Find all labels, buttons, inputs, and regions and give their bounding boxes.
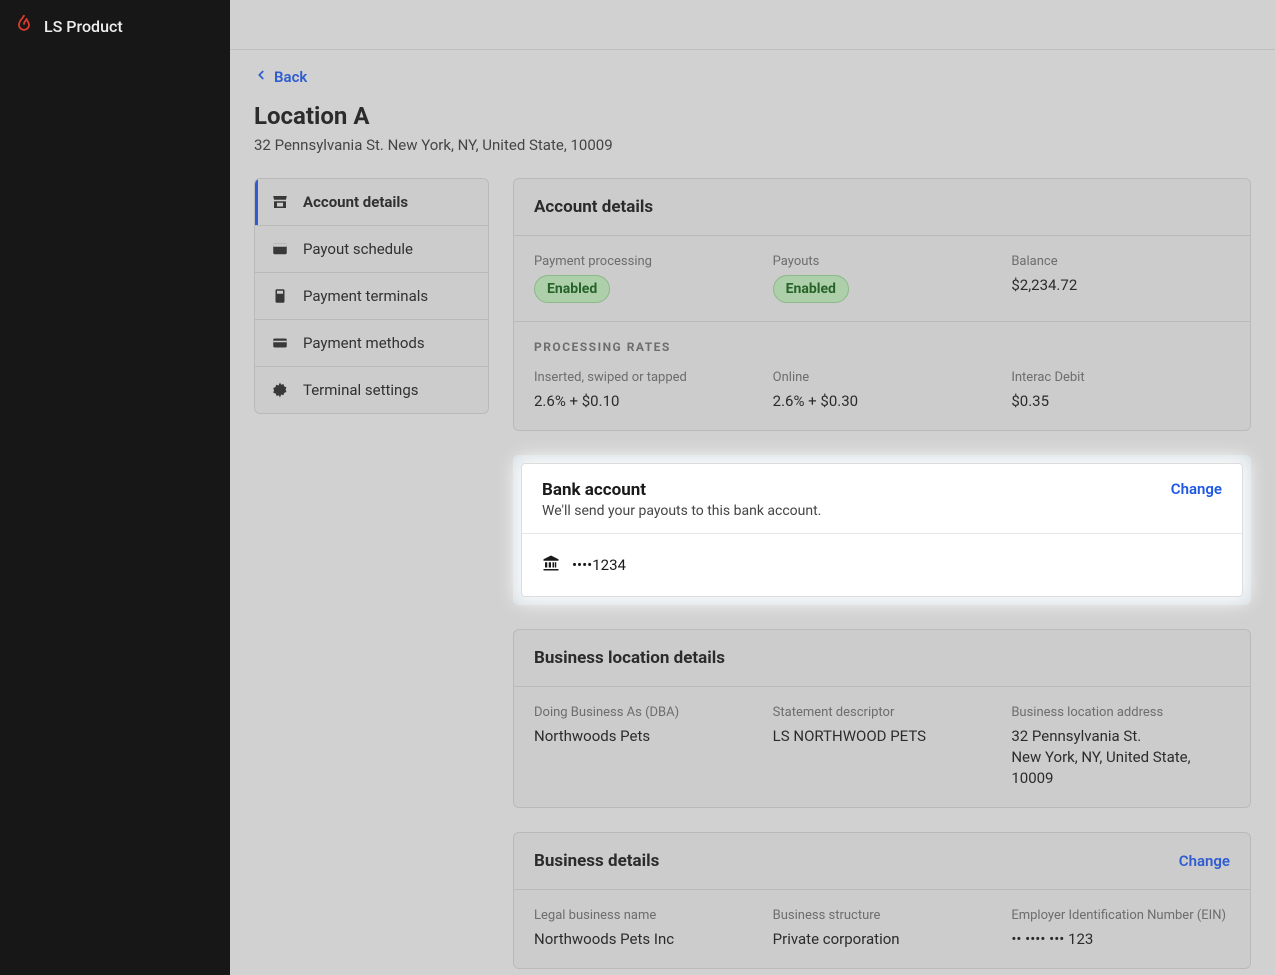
nav-item-label: Account details <box>303 193 408 211</box>
flame-icon <box>14 14 34 38</box>
ein-label: Employer Identification Number (EIN) <box>1011 908 1230 923</box>
descriptor-value: LS NORTHWOOD PETS <box>773 726 992 747</box>
rate-value: 2.6% + $0.30 <box>773 391 992 412</box>
bank-title: Bank account <box>542 480 821 500</box>
nav-payment-terminals[interactable]: Payment terminals <box>255 273 488 320</box>
bank-account-highlight: Bank account We'll send your payouts to … <box>513 455 1251 605</box>
dba-value: Northwoods Pets <box>534 726 753 747</box>
brand: LS Product <box>0 0 230 52</box>
balance-label: Balance <box>1011 254 1230 269</box>
back-link[interactable]: Back <box>254 68 307 86</box>
bank-icon <box>542 554 560 576</box>
structure-value: Private corporation <box>773 929 992 950</box>
terminal-icon <box>271 287 289 305</box>
bank-masked-number: ••••1234 <box>572 556 626 574</box>
rates-header: PROCESSING RATES <box>534 340 1230 354</box>
processing-label: Payment processing <box>534 254 753 269</box>
payouts-label: Payouts <box>773 254 992 269</box>
balance-value: $2,234.72 <box>1011 275 1230 296</box>
rate-value: $0.35 <box>1011 391 1230 412</box>
business-details-card: Business details Change Legal business n… <box>513 832 1251 969</box>
gear-icon <box>271 381 289 399</box>
nav-payment-methods[interactable]: Payment methods <box>255 320 488 367</box>
topbar <box>230 0 1275 50</box>
nav-item-label: Payout schedule <box>303 240 413 258</box>
back-label: Back <box>274 68 307 86</box>
rate-label: Online <box>773 370 992 385</box>
payouts-status-badge: Enabled <box>773 275 849 303</box>
page-subtitle: 32 Pennsylvania St. New York, NY, United… <box>254 136 1251 154</box>
processing-status-badge: Enabled <box>534 275 610 303</box>
chevron-left-icon <box>254 68 268 86</box>
ein-value: •• •••• ••• 123 <box>1011 929 1230 950</box>
calendar-cash-icon <box>271 240 289 258</box>
business-change-link[interactable]: Change <box>1179 852 1230 870</box>
nav-terminal-settings[interactable]: Terminal settings <box>255 367 488 413</box>
brand-name: LS Product <box>44 17 123 36</box>
rate-label: Inserted, swiped or tapped <box>534 370 753 385</box>
legal-name-label: Legal business name <box>534 908 753 923</box>
card-title: Business details <box>534 851 659 871</box>
descriptor-label: Statement descriptor <box>773 705 992 720</box>
business-location-card: Business location details Doing Business… <box>513 629 1251 808</box>
nav-payout-schedule[interactable]: Payout schedule <box>255 226 488 273</box>
address-line1: 32 Pennsylvania St. <box>1011 726 1230 747</box>
settings-nav: Account details Payout schedule Payment … <box>254 178 489 414</box>
legal-name-value: Northwoods Pets Inc <box>534 929 753 950</box>
rate-value: 2.6% + $0.10 <box>534 391 753 412</box>
address-line2: New York, NY, United State, 10009 <box>1011 747 1230 789</box>
nav-item-label: Terminal settings <box>303 381 418 399</box>
dba-label: Doing Business As (DBA) <box>534 705 753 720</box>
page-title: Location A <box>254 102 1251 130</box>
main: Back Location A 32 Pennsylvania St. New … <box>230 0 1275 975</box>
nav-account-details[interactable]: Account details <box>255 179 488 226</box>
sidebar: LS Product <box>0 0 230 975</box>
card-title: Account details <box>534 197 653 217</box>
structure-label: Business structure <box>773 908 992 923</box>
nav-item-label: Payment terminals <box>303 287 428 305</box>
storefront-icon <box>271 193 289 211</box>
bank-change-link[interactable]: Change <box>1171 480 1222 498</box>
address-label: Business location address <box>1011 705 1230 720</box>
account-details-card: Account details Payment processing Enabl… <box>513 178 1251 431</box>
nav-item-label: Payment methods <box>303 334 425 352</box>
card-title: Business location details <box>534 648 725 668</box>
rate-label: Interac Debit <box>1011 370 1230 385</box>
bank-subtitle: We'll send your payouts to this bank acc… <box>542 503 821 519</box>
card-icon <box>271 334 289 352</box>
